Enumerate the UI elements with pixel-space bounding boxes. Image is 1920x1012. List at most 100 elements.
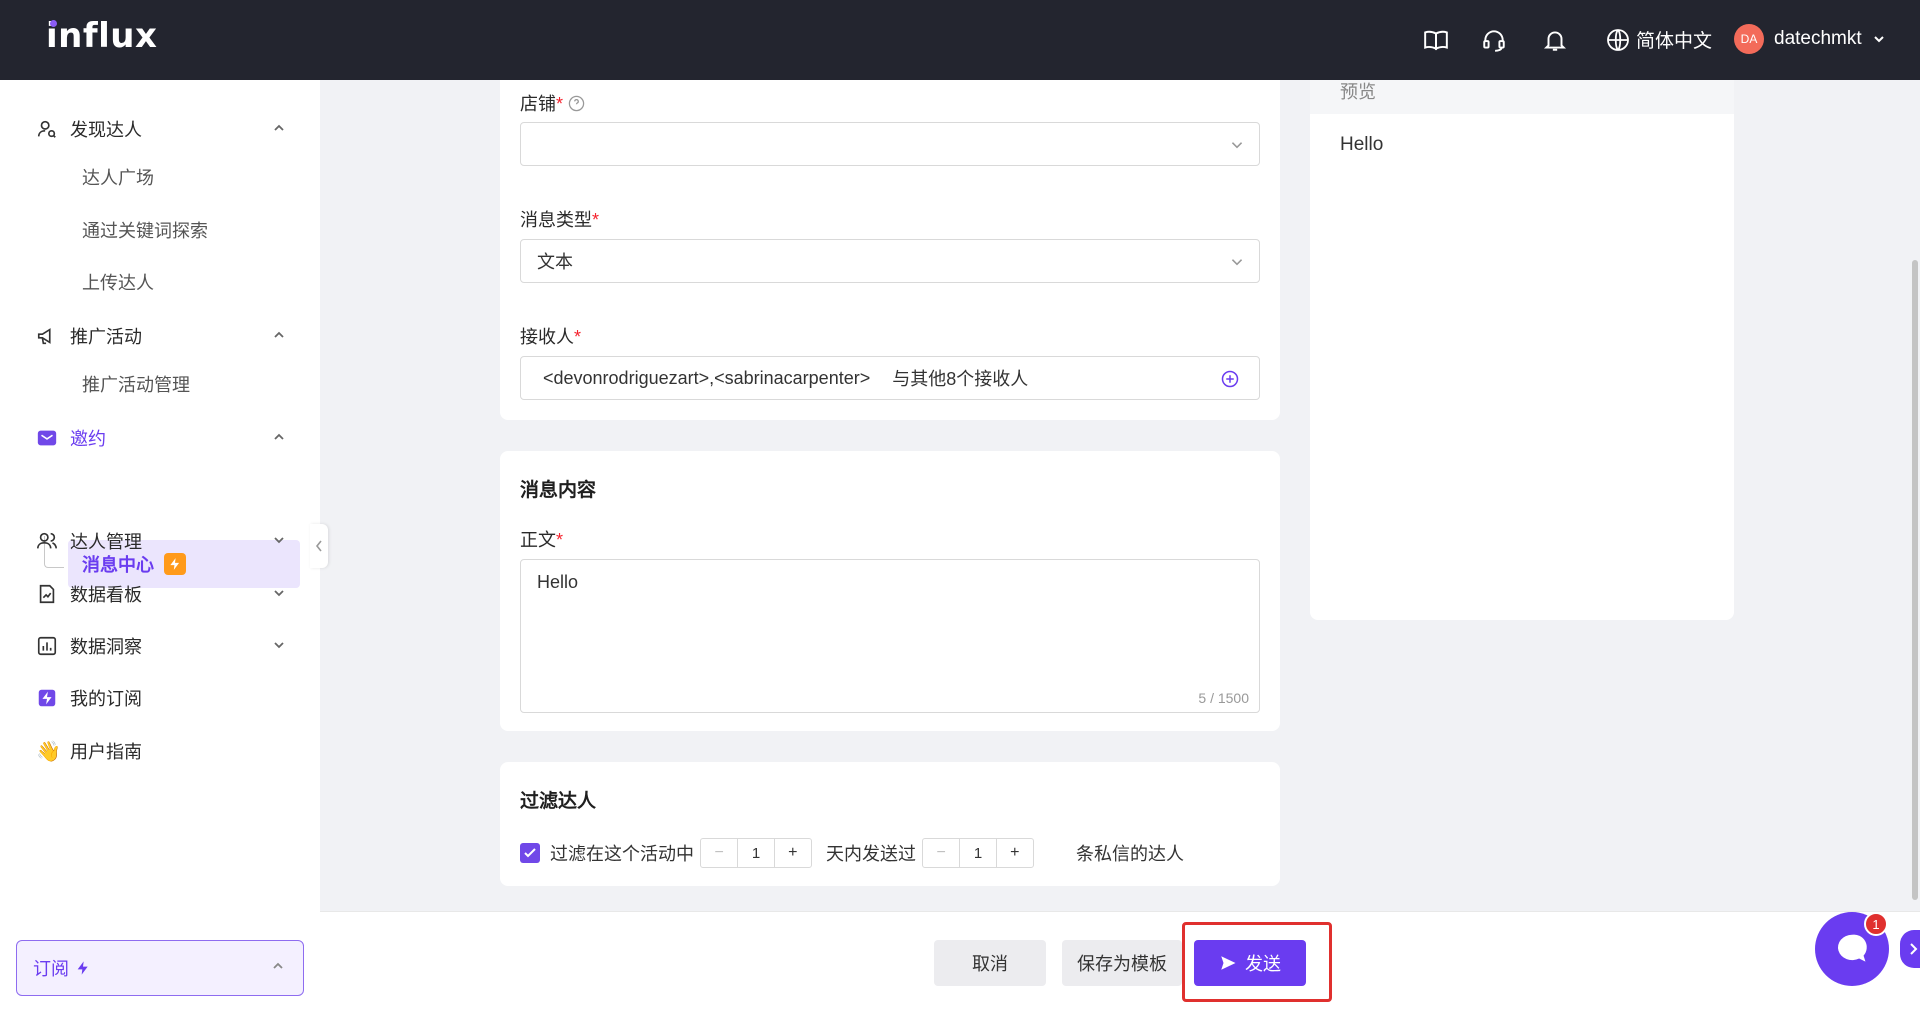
filter-row: 过滤在这个活动中 − 1 + 天内发送过 − 1 + 条私信的达人 — [520, 838, 1184, 868]
filter-creators-card: 过滤达人 过滤在这个活动中 − 1 + 天内发送过 − 1 + 条私信的达人 — [500, 762, 1280, 886]
headset-icon[interactable] — [1480, 26, 1508, 54]
chevron-down-icon — [1873, 36, 1884, 43]
expand-panel-button[interactable] — [1900, 930, 1920, 968]
book-icon[interactable] — [1422, 26, 1450, 54]
sidebar-item-keyword-explore[interactable]: 通过关键词探索 — [82, 217, 208, 243]
count-increment-button[interactable]: + — [995, 839, 1033, 867]
dashboard-icon — [39, 584, 55, 604]
sidebar-item-campaign-management[interactable]: 推广活动管理 — [82, 371, 190, 397]
chevron-down-icon[interactable] — [272, 533, 286, 547]
count-stepper: − 1 + — [922, 838, 1034, 868]
mail-icon — [37, 430, 57, 446]
message-content-title: 消息内容 — [520, 480, 597, 501]
user-search-icon — [37, 120, 56, 138]
help-icon[interactable] — [568, 95, 585, 112]
sidebar-item-label: 我的订阅 — [70, 689, 142, 709]
sidebar-item-upload-creators[interactable]: 上传达人 — [82, 269, 154, 295]
chevron-up-icon[interactable] — [272, 328, 286, 342]
sidebar-item-label: 数据看板 — [70, 585, 142, 605]
sidebar-item-label: 推广活动 — [70, 327, 142, 347]
username: datechmkt — [1774, 28, 1862, 49]
sidebar-item-label: 邀约 — [70, 429, 106, 449]
preview-header: 预览 — [1310, 80, 1734, 114]
days-input[interactable]: 1 — [738, 839, 773, 867]
message-type-label: 消息类型* — [520, 210, 600, 230]
sidebar-item-guide[interactable]: 👋 用户指南 — [36, 733, 296, 769]
filter-text-3: 条私信的达人 — [1076, 844, 1184, 864]
recipients-field[interactable]: <devonrodriguezart>,<sabrinacarpenter> 与… — [520, 356, 1260, 400]
count-input[interactable]: 1 — [960, 839, 995, 867]
influx-logo[interactable]: influx — [46, 16, 157, 56]
sidebar-item-creator-management[interactable]: 达人管理 — [36, 523, 296, 559]
body-text: Hello — [537, 572, 579, 592]
chevron-down-icon — [1231, 142, 1243, 149]
add-circle-icon[interactable] — [1221, 370, 1239, 388]
count-decrement-button[interactable]: − — [923, 839, 961, 867]
preview-text: Hello — [1340, 134, 1384, 155]
filter-text-2: 天内发送过 — [826, 844, 916, 864]
sidebar-item-label: 达人管理 — [70, 532, 142, 552]
bolt-icon — [38, 689, 56, 707]
chevron-up-icon[interactable] — [272, 121, 286, 135]
chevron-up-icon — [273, 962, 283, 969]
subscribe-label: 订阅 — [33, 959, 69, 979]
users-icon — [37, 532, 57, 549]
sidebar-item-creator-square[interactable]: 达人广场 — [82, 164, 154, 190]
shop-select[interactable] — [520, 122, 1260, 166]
chevron-up-icon[interactable] — [272, 430, 286, 444]
days-increment-button[interactable]: + — [773, 839, 811, 867]
bolt-icon — [77, 961, 88, 975]
message-type-select[interactable]: 文本 — [520, 239, 1260, 283]
sidebar-item-invite[interactable]: 邀约 — [36, 420, 296, 456]
preview-card: 预览 Hello — [1310, 80, 1734, 620]
sidebar-item-label: 用户指南 — [70, 742, 142, 762]
recipients-extra: 与其他8个接收人 — [892, 369, 1029, 389]
sidebar-item-discover[interactable]: 发现达人 — [36, 111, 296, 147]
message-content-card: 消息内容 正文* Hello 5 / 1500 — [500, 451, 1280, 731]
cancel-button[interactable]: 取消 — [934, 940, 1046, 986]
sidebar-item-label: 数据洞察 — [70, 637, 142, 657]
chevron-right-icon — [1910, 943, 1918, 955]
body-textarea[interactable]: Hello 5 / 1500 — [520, 559, 1260, 713]
bell-icon[interactable] — [1541, 26, 1569, 54]
shop-label: 店铺* — [520, 90, 585, 116]
user-menu[interactable]: DA datechmkt — [1734, 24, 1886, 54]
megaphone-icon — [37, 328, 51, 345]
body-label: 正文* — [520, 530, 564, 550]
sidebar-item-label: 发现达人 — [70, 120, 142, 140]
avatar: DA — [1734, 24, 1764, 54]
chevron-down-icon — [1231, 259, 1243, 266]
sidebar-collapse-toggle[interactable] — [310, 524, 328, 568]
recipients-label: 接收人* — [520, 327, 582, 347]
send-highlight-box — [1182, 922, 1332, 1002]
chat-notification-badge: 1 — [1864, 912, 1888, 936]
sidebar-item-insights[interactable]: 数据洞察 — [36, 628, 296, 664]
days-decrement-button[interactable]: − — [701, 839, 739, 867]
top-bar: influx 简体中文 DA datechmkt — [0, 0, 1920, 80]
chat-icon — [1837, 934, 1867, 962]
days-stepper: − 1 + — [700, 838, 812, 868]
sidebar-item-dashboard[interactable]: 数据看板 — [36, 576, 296, 612]
subscribe-box[interactable]: 订阅 — [16, 940, 304, 996]
chevron-down-icon[interactable] — [272, 638, 286, 652]
chevron-left-icon — [315, 540, 322, 552]
globe-icon — [1607, 28, 1629, 51]
filter-title: 过滤达人 — [520, 791, 597, 812]
language-label: 简体中文 — [1636, 31, 1713, 52]
recipients-value: <devonrodriguezart>,<sabrinacarpenter> — [543, 367, 871, 388]
sidebar-item-subscription[interactable]: 我的订阅 — [36, 680, 296, 716]
recipient-settings-card: 店铺* 消息类型* 文本 接收人* <devonrodriguezart>,<s… — [500, 80, 1280, 420]
waving-hand-icon: 👋 — [36, 740, 61, 763]
char-counter: 5 / 1500 — [1198, 690, 1249, 706]
filter-checkbox[interactable] — [520, 843, 540, 863]
scrollbar[interactable] — [1912, 260, 1918, 900]
filter-text-1: 过滤在这个活动中 — [550, 844, 694, 864]
message-type-value: 文本 — [537, 252, 573, 272]
save-template-button[interactable]: 保存为模板 — [1062, 940, 1182, 986]
chevron-down-icon[interactable] — [272, 586, 286, 600]
bar-chart-icon — [37, 636, 57, 656]
check-icon — [524, 848, 536, 858]
sidebar-item-campaign[interactable]: 推广活动 — [36, 318, 296, 354]
language-selector[interactable]: 简体中文 — [1606, 26, 1712, 53]
sidebar: 发现达人 达人广场 通过关键词探索 上传达人 推广活动 推广活动管理 邀约 消息… — [0, 80, 320, 1012]
